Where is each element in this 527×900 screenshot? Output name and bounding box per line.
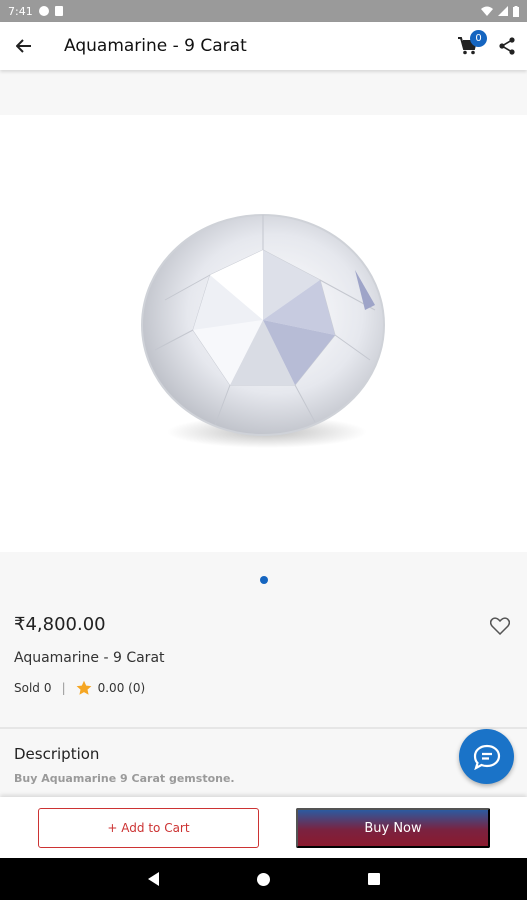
- nav-recent-apps-icon[interactable]: [367, 873, 380, 885]
- nav-home-icon[interactable]: [256, 872, 270, 886]
- back-button[interactable]: [0, 22, 48, 70]
- bottom-action-bar: + Add to Cart Buy Now: [0, 797, 527, 858]
- product-name: Aquamarine - 9 Carat: [14, 650, 165, 666]
- page-title: Aquamarine - 9 Carat: [64, 36, 247, 56]
- sold-count: 0: [43, 681, 52, 695]
- cart-button[interactable]: 0: [449, 22, 487, 70]
- section-divider: [0, 727, 527, 729]
- carousel-page-indicator: [260, 576, 268, 584]
- share-icon: [499, 37, 515, 55]
- star-icon: [76, 680, 92, 696]
- product-price: ₹4,800.00: [14, 614, 106, 635]
- app-bar: Aquamarine - 9 Carat 0: [0, 22, 527, 70]
- sim-icon: [54, 6, 63, 16]
- add-to-cart-button[interactable]: + Add to Cart: [38, 808, 259, 848]
- status-bar: 7:41: [0, 0, 527, 22]
- rating-text: 0.00 (0): [97, 681, 146, 695]
- wifi-icon: [481, 6, 493, 16]
- signal-icon: [498, 6, 508, 16]
- description-text: Buy Aquamarine 9 Carat gemstone.: [14, 772, 235, 785]
- system-navigation-bar: [0, 858, 527, 900]
- gemstone-image: [141, 214, 385, 448]
- description-title: Description: [14, 745, 100, 763]
- battery-icon: [513, 5, 519, 17]
- nav-back-icon[interactable]: [147, 872, 159, 886]
- wishlist-button[interactable]: [488, 614, 512, 638]
- chat-button[interactable]: [459, 729, 514, 784]
- chat-icon: [473, 744, 500, 770]
- product-meta: Sold 0 | 0.00 (0): [14, 680, 145, 696]
- product-image-carousel[interactable]: [0, 115, 527, 552]
- buy-now-button[interactable]: Buy Now: [296, 808, 490, 848]
- arrow-back-icon: [16, 39, 31, 53]
- notification-icon: [38, 6, 49, 16]
- sold-label: Sold: [14, 681, 40, 695]
- share-button[interactable]: [487, 22, 527, 70]
- meta-separator: |: [61, 681, 66, 695]
- heart-icon: [490, 617, 510, 635]
- status-time: 7:41: [8, 4, 33, 18]
- cart-count-badge: 0: [470, 30, 487, 47]
